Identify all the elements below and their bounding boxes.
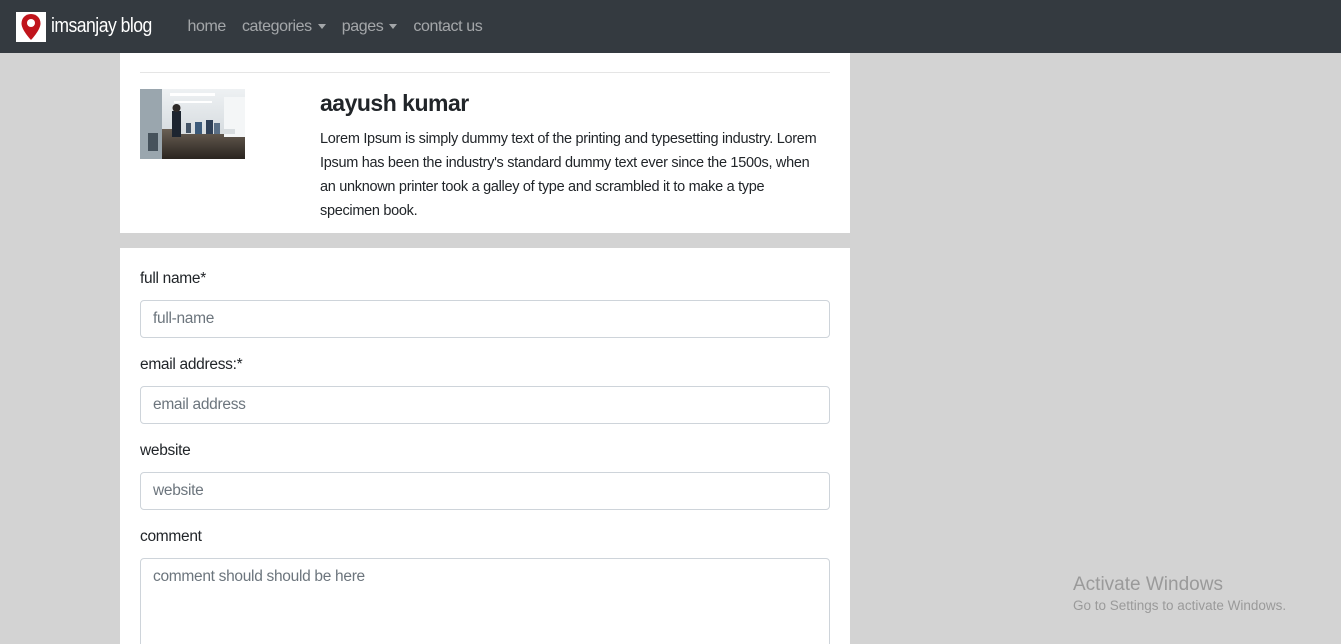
comment-form: full name* email address:* website comme… xyxy=(120,248,850,644)
watermark-title: Activate Windows xyxy=(1073,574,1223,595)
caret-down-icon xyxy=(317,24,326,29)
full-name-input[interactable] xyxy=(140,300,830,338)
nav-pages-label: pages xyxy=(341,17,384,35)
comment-textarea[interactable] xyxy=(140,558,830,644)
map-pin-logo-icon xyxy=(16,11,46,42)
divider xyxy=(140,72,830,73)
website-label: website xyxy=(140,442,191,459)
top-navbar: imsanjay blog home categories pages cont… xyxy=(0,0,1341,53)
email-input[interactable] xyxy=(140,386,830,424)
nav-home-label: home xyxy=(187,17,227,35)
nav-categories-dropdown[interactable]: categories xyxy=(234,18,334,36)
caret-down-icon xyxy=(389,24,398,29)
author-card: aayush kumar Lorem Ipsum is simply dummy… xyxy=(120,53,850,233)
brand-link[interactable]: imsanjay blog xyxy=(16,11,166,42)
full-name-label: full name* xyxy=(140,270,206,287)
brand-name: imsanjay blog xyxy=(51,15,152,37)
nav-pages-dropdown[interactable]: pages xyxy=(334,18,406,36)
watermark-subtitle: Go to Settings to activate Windows. xyxy=(1073,598,1287,613)
website-input[interactable] xyxy=(140,472,830,510)
main-nav: home categories pages contact us xyxy=(180,18,491,36)
comment-label: comment xyxy=(140,528,202,545)
nav-contact-us[interactable]: contact us xyxy=(405,18,490,36)
email-label: email address:* xyxy=(140,356,243,373)
nav-categories-label: categories xyxy=(241,17,312,35)
nav-contact-label: contact us xyxy=(413,17,483,35)
nav-home[interactable]: home xyxy=(180,18,234,36)
windows-activation-watermark: Activate Windows Go to Settings to activ… xyxy=(1073,574,1286,613)
author-bio: Lorem Ipsum is simply dummy text of the … xyxy=(320,131,817,219)
author-name: aayush kumar xyxy=(320,90,469,116)
author-photo xyxy=(140,89,245,159)
